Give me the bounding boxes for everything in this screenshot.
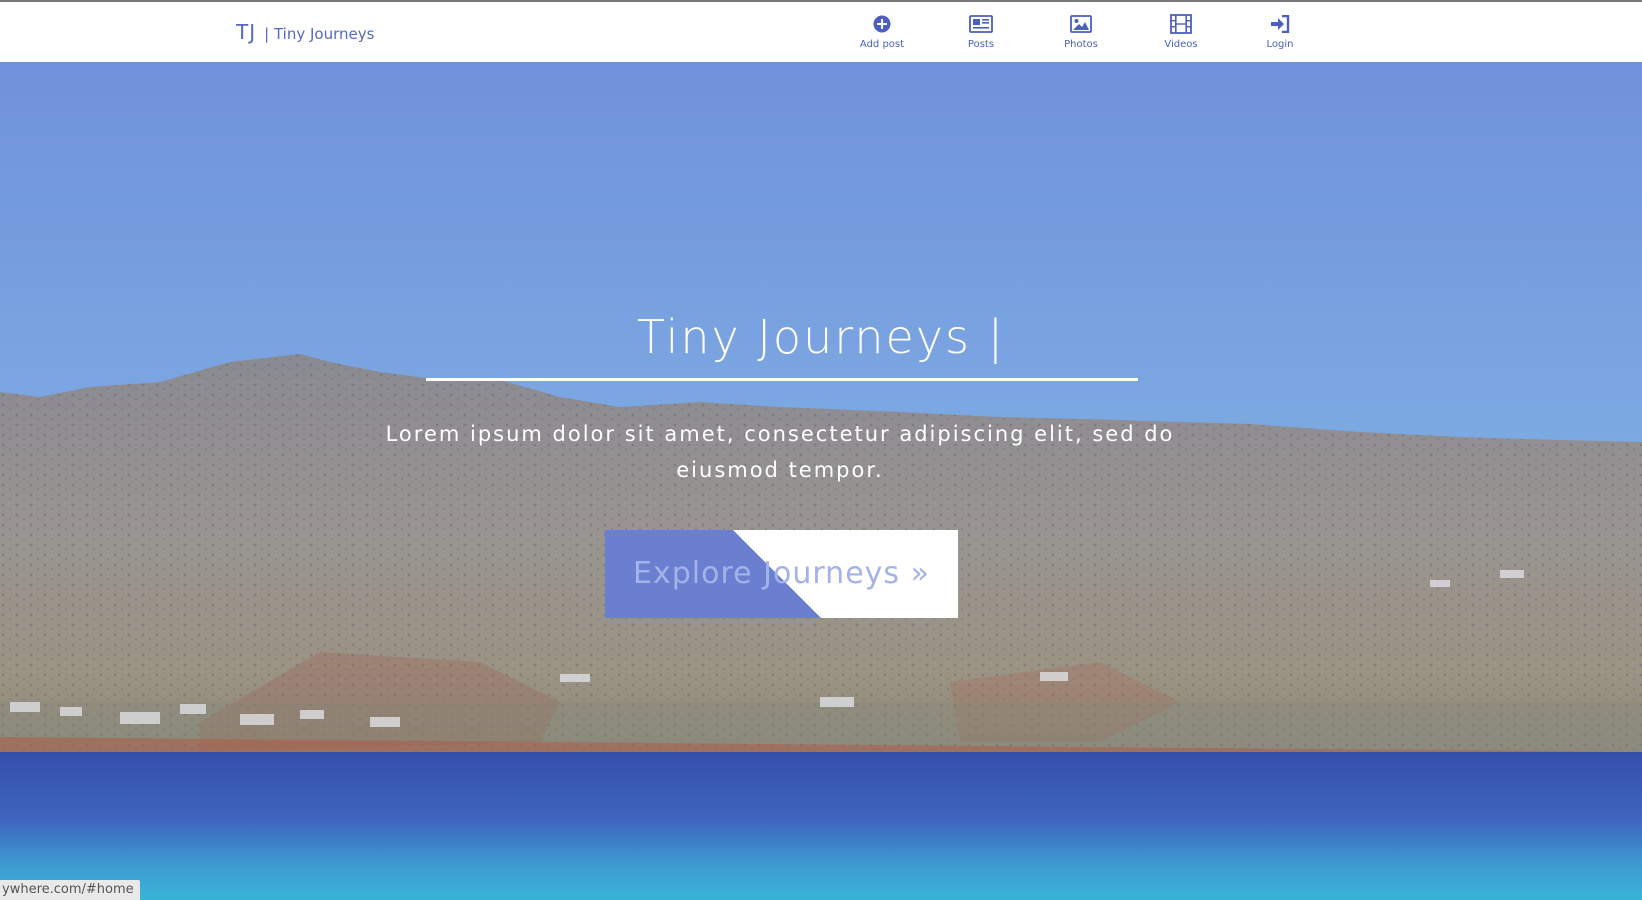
nav-label: Posts [967, 39, 995, 50]
nav-videos[interactable]: Videos [1141, 12, 1221, 50]
brand-logo[interactable]: TJ | Tiny Journeys [236, 20, 374, 44]
nav-label: Photos [1064, 39, 1098, 50]
cta-label: Explore Journeys » [633, 556, 930, 591]
brand-name: | Tiny Journeys [264, 25, 375, 43]
sign-in-icon [1240, 12, 1320, 36]
nav-posts[interactable]: Posts [941, 12, 1021, 50]
nav-add-post[interactable]: Add post [842, 12, 922, 50]
navbar: TJ | Tiny Journeys Add post Posts Photos … [0, 2, 1642, 62]
hero-divider [426, 378, 1138, 381]
newspaper-icon [941, 12, 1021, 36]
nav-label: Videos [1164, 39, 1198, 50]
nav-photos[interactable]: Photos [1041, 12, 1121, 50]
hero-subtitle: Lorem ipsum dolor sit amet, consectetur … [385, 422, 1175, 482]
film-icon [1141, 12, 1221, 36]
nav-label: Login [1266, 39, 1294, 50]
nav-login[interactable]: Login [1240, 12, 1320, 50]
status-bar-url: ywhere.com/#home [0, 880, 140, 900]
plus-circle-icon [842, 12, 922, 36]
explore-journeys-button[interactable]: Explore Journeys » [605, 530, 958, 618]
hero-section: Tiny Journeys | Lorem ipsum dolor sit am… [0, 62, 1642, 900]
hero-title: Tiny Journeys | [636, 310, 1006, 364]
nav-label: Add post [859, 39, 905, 50]
brand-mark: TJ [236, 20, 257, 44]
image-icon [1041, 12, 1121, 36]
